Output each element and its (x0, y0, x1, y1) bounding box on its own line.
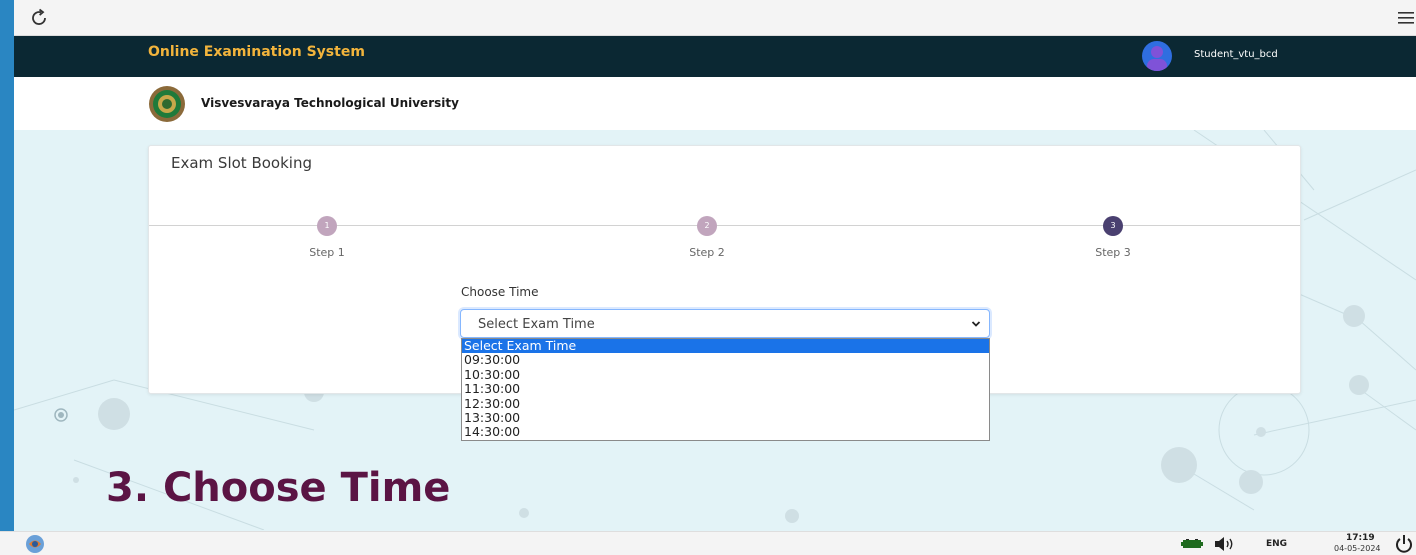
dropdown-option[interactable]: 10:30:00 (462, 367, 989, 382)
volume-icon[interactable] (1214, 536, 1236, 552)
university-logo (149, 86, 185, 122)
exam-time-select[interactable]: Select Exam Time (460, 309, 990, 338)
card-title: Exam Slot Booking (171, 154, 312, 172)
choose-time-label: Choose Time (461, 285, 539, 299)
app-title: Online Examination System (148, 44, 365, 60)
start-menu-icon[interactable] (24, 534, 46, 554)
dropdown-option[interactable]: 11:30:00 (462, 381, 989, 396)
clock-time[interactable]: 17:19 (1346, 533, 1375, 543)
slide-caption: 3. Choose Time (106, 465, 451, 511)
step-1-indicator: 1 (317, 216, 337, 236)
dropdown-option[interactable]: 09:30:00 (462, 352, 989, 367)
username[interactable]: Student_vtu_bcd (1194, 49, 1278, 60)
step-2-indicator: 2 (697, 216, 717, 236)
browser-toolbar (14, 0, 1416, 36)
dropdown-option[interactable]: 12:30:00 (462, 396, 989, 411)
browser-window: Online Examination System Student_vtu_bc… (14, 0, 1416, 555)
clock-date[interactable]: 04-05-2024 (1334, 544, 1381, 553)
battery-icon[interactable] (1181, 539, 1203, 549)
university-name: Visvesvaraya Technological University (201, 96, 459, 110)
user-avatar[interactable] (1142, 41, 1172, 71)
step-3-indicator: 3 (1103, 216, 1123, 236)
university-bar: Visvesvaraya Technological University (14, 77, 1416, 130)
hamburger-menu-icon[interactable] (1398, 10, 1414, 26)
step-1-label: Step 1 (309, 246, 345, 259)
exam-time-dropdown: Select Exam Time 09:30:00 10:30:00 11:30… (461, 338, 990, 441)
exam-time-select-value: Select Exam Time (478, 317, 595, 332)
step-3-label: Step 3 (1095, 246, 1131, 259)
step-2-label: Step 2 (689, 246, 725, 259)
reload-icon[interactable] (28, 7, 50, 29)
app-header: Online Examination System Student_vtu_bc… (14, 36, 1416, 77)
chevron-down-icon (971, 321, 981, 327)
os-taskbar: ENG 17:19 04-05-2024 (0, 531, 1416, 555)
language-indicator[interactable]: ENG (1266, 539, 1287, 549)
power-icon[interactable] (1394, 534, 1414, 554)
user-icon (1147, 46, 1167, 71)
dropdown-option[interactable]: 14:30:00 (462, 424, 989, 439)
dropdown-option[interactable]: 13:30:00 (462, 410, 989, 425)
dropdown-option[interactable]: Select Exam Time (462, 338, 989, 354)
